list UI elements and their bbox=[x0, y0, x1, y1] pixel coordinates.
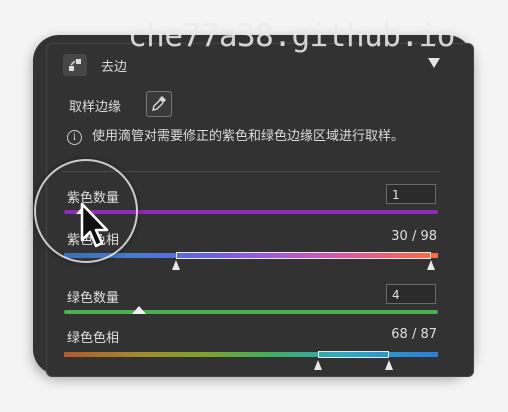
green-hue-value: 68 / 87 bbox=[391, 327, 437, 342]
purple-hue-min-handle[interactable] bbox=[172, 260, 181, 270]
info-icon: i bbox=[67, 130, 82, 145]
sample-edges-label: 取样边缘 bbox=[69, 100, 122, 115]
green-hue-max-handle[interactable] bbox=[385, 360, 394, 370]
panel-title: 去边 bbox=[101, 60, 128, 75]
green-amount-slider[interactable] bbox=[64, 310, 438, 314]
purple-hue-max-handle[interactable] bbox=[426, 260, 435, 270]
green-amount-field[interactable]: 4 bbox=[386, 284, 436, 304]
green-hue-range[interactable] bbox=[318, 351, 390, 358]
green-hue-label: 绿色色相 bbox=[67, 331, 120, 346]
green-hue-min-handle[interactable] bbox=[314, 360, 323, 370]
defringe-icon[interactable] bbox=[63, 54, 87, 76]
purple-amount-field[interactable]: 1 bbox=[386, 184, 436, 204]
triangle-down-icon[interactable] bbox=[428, 58, 440, 68]
eyedropper-button[interactable] bbox=[146, 91, 172, 117]
green-amount-thumb[interactable] bbox=[131, 305, 147, 315]
purple-hue-value: 30 / 98 bbox=[391, 229, 437, 244]
info-text: 使用滴管对需要修正的紫色和绿色边缘区域进行取样。 bbox=[92, 129, 405, 144]
purple-hue-range[interactable] bbox=[176, 252, 431, 259]
mouse-pointer-icon bbox=[80, 202, 109, 248]
eyedropper-icon bbox=[152, 96, 166, 111]
watermark: che77a38.github.io bbox=[128, 18, 455, 54]
green-amount-label: 绿色数量 bbox=[67, 291, 120, 306]
